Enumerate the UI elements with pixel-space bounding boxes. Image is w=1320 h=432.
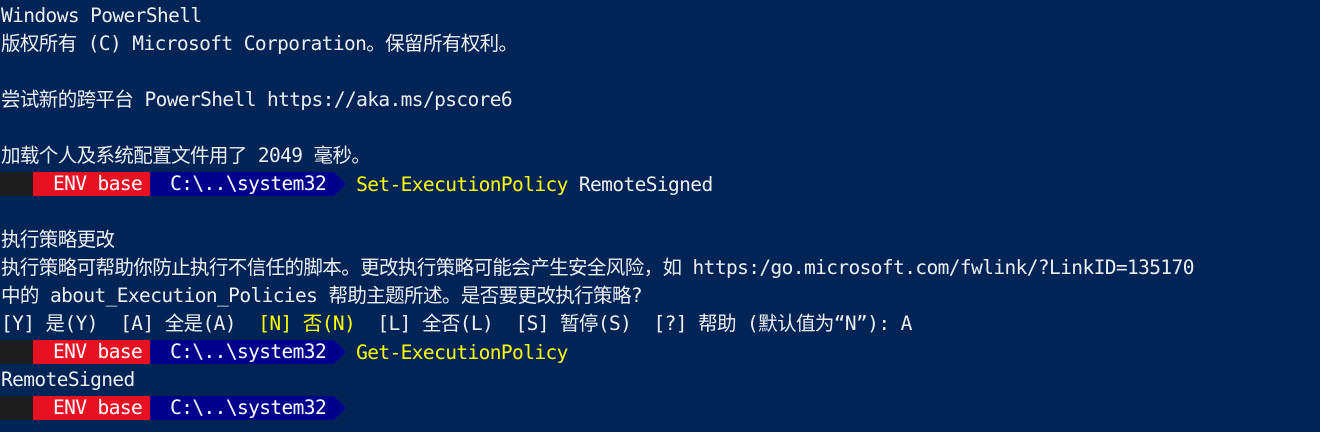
header-line-profile-load: 加载个人及系统配置文件用了 2049 毫秒。 xyxy=(1,144,371,167)
prompt-path-label: C:\..\system32 xyxy=(170,340,327,363)
prompt-path-label: C:\..\system32 xyxy=(170,396,327,419)
header-line-pscore: 尝试新的跨平台 PowerShell https://aka.ms/pscore… xyxy=(1,88,513,111)
prompt-env-label: ENV base xyxy=(53,172,143,195)
choice-no-default: [N] 否(N) xyxy=(258,312,356,335)
prompt-line-active[interactable]: ENV base C:\..\system32 xyxy=(0,394,1320,422)
prompt-line: ENV base C:\..\system32 Set-ExecutionPol… xyxy=(0,170,1320,198)
policy-choices: [Y] 是(Y) [A] 全是(A) [N] 否(N) [L] 全否(L) [S… xyxy=(0,310,1320,338)
command-name: Get-ExecutionPolicy xyxy=(356,340,568,364)
prompt-path-segment: C:\..\system32 xyxy=(150,172,347,196)
prompt-bolt-segment xyxy=(0,172,66,196)
command-input: Set-ExecutionPolicy RemoteSigned xyxy=(356,173,713,196)
prompt-env-segment: ENV base xyxy=(33,172,163,196)
command-output: RemoteSigned xyxy=(1,368,135,391)
prompt-path-segment: C:\..\system32 xyxy=(150,340,347,364)
powershell-terminal[interactable]: Windows PowerShell 版权所有 (C) Microsoft Co… xyxy=(0,0,1320,432)
choice-rest: [L] 全否(L) [S] 暂停(S) [?] 帮助 (默认值为“N”): A xyxy=(355,312,912,335)
header-line-title: Windows PowerShell xyxy=(1,4,202,27)
prompt-env-label: ENV base xyxy=(53,396,143,419)
policy-description-1: 执行策略可帮助你防止执行不信任的脚本。更改执行策略可能会产生安全风险，如 htt… xyxy=(1,256,1194,279)
prompt-path-segment: C:\..\system32 xyxy=(150,396,347,420)
header-line-copyright: 版权所有 (C) Microsoft Corporation。保留所有权利。 xyxy=(1,32,518,55)
command-input: Get-ExecutionPolicy xyxy=(356,341,568,364)
prompt-line: ENV base C:\..\system32 Get-ExecutionPol… xyxy=(0,338,1320,366)
prompt-bolt-segment xyxy=(0,340,66,364)
policy-title: 执行策略更改 xyxy=(1,228,115,251)
prompt-path-label: C:\..\system32 xyxy=(170,172,327,195)
prompt-env-label: ENV base xyxy=(53,340,143,363)
prompt-env-segment: ENV base xyxy=(33,396,163,420)
prompt-env-segment: ENV base xyxy=(33,340,163,364)
command-name: Set-ExecutionPolicy xyxy=(356,172,568,196)
prompt-bolt-segment xyxy=(0,396,66,420)
command-argument: RemoteSigned xyxy=(567,172,713,196)
policy-description-2: 中的 about_Execution_Policies 帮助主题所述。是否要更改… xyxy=(1,284,643,307)
